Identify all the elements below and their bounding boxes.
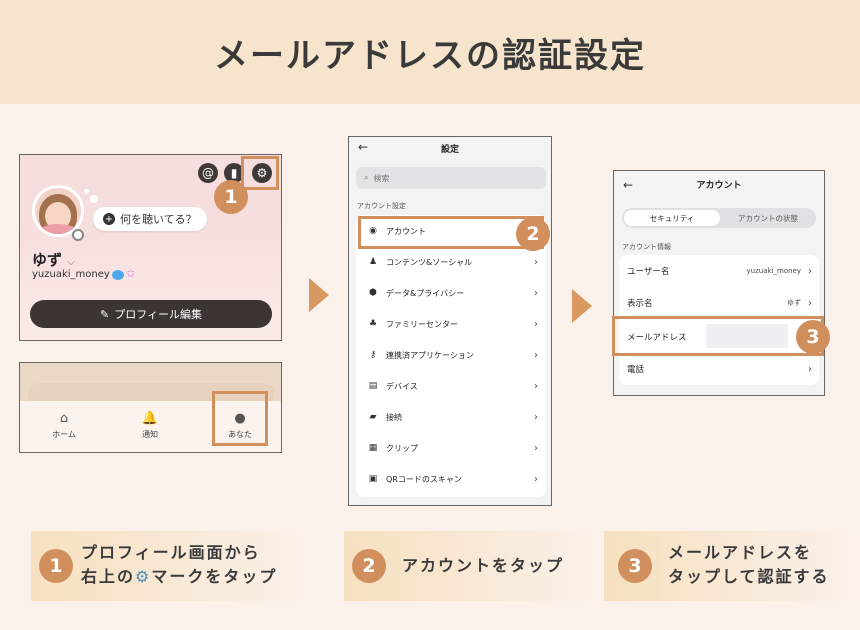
edit-profile-button[interactable]: ✎ プロフィール編集 xyxy=(30,300,272,328)
arrow-right-icon xyxy=(309,278,329,312)
key-icon: ⚷ xyxy=(369,350,377,360)
step-caption-1: 1 プロフィール画面から 右上の⚙マークをタップ xyxy=(31,531,306,601)
step-caption-2: 2 アカウントをタップ xyxy=(344,531,594,601)
chevron-right-icon: › xyxy=(534,318,538,330)
chevron-down-icon: ⌵ xyxy=(67,257,75,268)
account-tabs: セキュリティ アカウントの状態 xyxy=(622,208,816,228)
settings-item-devices[interactable]: ▤ デバイス › xyxy=(356,372,546,400)
threads-icon[interactable]: @ xyxy=(198,163,218,183)
chevron-right-icon: › xyxy=(808,297,812,309)
plus-icon: + xyxy=(103,213,115,225)
chevron-right-icon: › xyxy=(534,473,538,485)
arrow-right-icon xyxy=(572,289,592,323)
tab-account-status[interactable]: アカウントの状態 xyxy=(722,210,814,226)
settings-item-qr[interactable]: ▣ QRコードのスキャン › xyxy=(356,465,546,493)
email-highlight xyxy=(612,316,824,356)
row-phone[interactable]: 電話 › xyxy=(619,353,819,385)
chevron-right-icon: › xyxy=(808,265,812,277)
chevron-right-icon: › xyxy=(534,380,538,392)
gear-highlight xyxy=(241,156,279,190)
device-icon: ▤ xyxy=(368,381,378,391)
music-prompt-bubble[interactable]: + 何を聴いてる？ xyxy=(93,207,207,231)
settings-list: ◉ アカウント ♟ コンテンツ&ソーシャル › ⬢ データ&プライバシー › ♣… xyxy=(356,215,546,497)
bubble-dot xyxy=(90,195,98,203)
tab-security[interactable]: セキュリティ xyxy=(624,210,720,226)
pencil-icon: ✎ xyxy=(100,307,110,321)
search-input[interactable]: ⌕ 検索 xyxy=(356,167,546,189)
caption-badge-3: 3 xyxy=(618,549,652,583)
settings-item-family[interactable]: ♣ ファミリーセンター › xyxy=(356,310,546,338)
page-title: メールアドレスの認証設定 xyxy=(214,35,646,76)
family-icon: ♣ xyxy=(368,319,378,329)
search-icon: ⌕ xyxy=(364,173,369,182)
social-icon: ♟ xyxy=(368,257,378,267)
step-badge-3: 3 xyxy=(796,320,830,354)
step-badge-2: 2 xyxy=(516,217,550,251)
chevron-right-icon: › xyxy=(534,287,538,299)
row-username[interactable]: ユーザー名 yuzuaki_money › xyxy=(619,255,819,287)
page-header: メールアドレスの認証設定 xyxy=(0,0,860,104)
nav-notifications[interactable]: 🔔 通知 xyxy=(120,411,180,440)
star-icon: ✩ xyxy=(126,267,136,280)
caption-badge-2: 2 xyxy=(352,549,386,583)
settings-title: 設定 xyxy=(440,144,459,155)
username: yuzuaki_money xyxy=(32,269,110,280)
chevron-right-icon: › xyxy=(808,363,812,375)
chevron-right-icon: › xyxy=(534,442,538,454)
chevron-right-icon: › xyxy=(534,349,538,361)
account-title: アカウント xyxy=(696,181,742,191)
step-caption-3: 3 メールアドレスを タップして認証する xyxy=(604,531,854,601)
shield-icon: ⬢ xyxy=(369,288,377,298)
display-name[interactable]: ゆず ⌵ xyxy=(32,249,75,270)
settings-item-content[interactable]: ♟ コンテンツ&ソーシャル › xyxy=(356,248,546,276)
settings-item-privacy[interactable]: ⬢ データ&プライバシー › xyxy=(356,279,546,307)
account-screen: アカウント ← セキュリティ アカウントの状態 アカウント情報 ユーザー名 yu… xyxy=(613,170,825,396)
row-display-name[interactable]: 表示名 ゆず › xyxy=(619,287,819,319)
clip-icon: ▦ xyxy=(368,443,378,453)
puzzle-icon: ▰ xyxy=(369,412,377,422)
bubble-dot xyxy=(84,189,89,194)
step-badge-1: 1 xyxy=(214,180,248,214)
bell-icon: 🔔 xyxy=(141,411,159,426)
section-label: アカウント情報 xyxy=(622,243,671,251)
settings-item-apps[interactable]: ⚷ 連携済アプリケーション › xyxy=(356,341,546,369)
status-dot xyxy=(72,229,84,241)
gear-icon: ⚙ xyxy=(135,567,152,586)
chevron-right-icon: › xyxy=(534,256,538,268)
badge-icon xyxy=(112,270,124,280)
nav-home[interactable]: ⌂ ホーム xyxy=(34,411,94,440)
you-tab-highlight xyxy=(212,391,268,446)
home-icon: ⌂ xyxy=(59,411,69,426)
settings-item-clips[interactable]: ▦ クリップ › xyxy=(356,434,546,462)
chevron-right-icon: › xyxy=(534,411,538,423)
back-arrow-icon[interactable]: ← xyxy=(623,178,633,192)
section-label: アカウント設定 xyxy=(357,202,406,210)
back-arrow-icon[interactable]: ← xyxy=(358,140,368,154)
settings-screen: 設定 ← ⌕ 検索 アカウント設定 ◉ アカウント ♟ コンテンツ&ソーシャル … xyxy=(348,136,552,506)
caption-badge-1: 1 xyxy=(39,549,73,583)
qr-icon: ▣ xyxy=(368,474,378,484)
settings-item-connections[interactable]: ▰ 接続 › xyxy=(356,403,546,431)
